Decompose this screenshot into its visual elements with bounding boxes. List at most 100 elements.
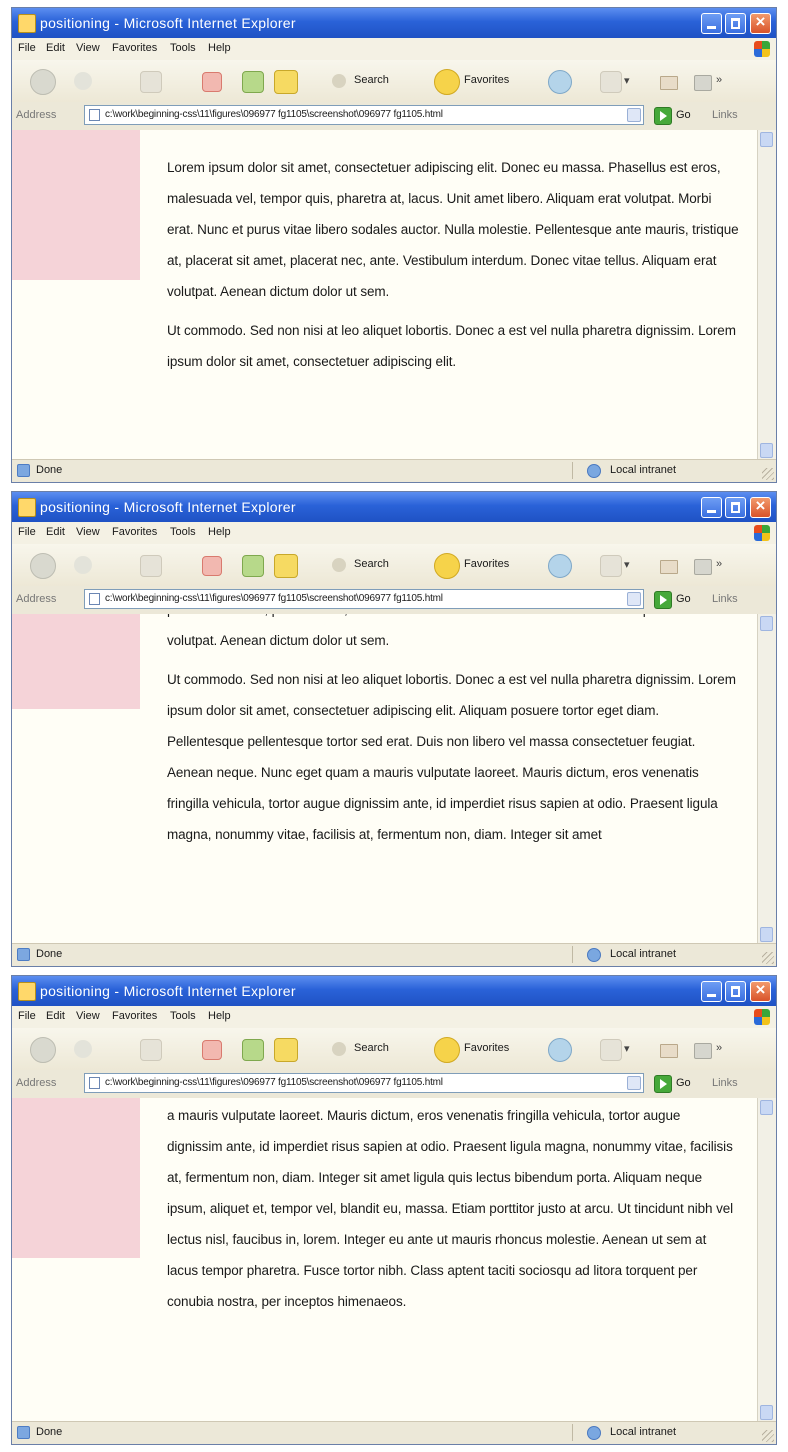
menu-file[interactable]: File bbox=[18, 1010, 36, 1022]
forward-button-icon[interactable] bbox=[74, 72, 92, 90]
menu-view[interactable]: View bbox=[76, 1010, 100, 1022]
ie-app-icon[interactable] bbox=[18, 14, 36, 33]
refresh-icon[interactable] bbox=[202, 72, 222, 92]
links-label[interactable]: Links bbox=[712, 109, 738, 121]
stop-icon[interactable] bbox=[140, 555, 162, 577]
address-dropdown-icon[interactable] bbox=[627, 592, 641, 606]
menu-edit[interactable]: Edit bbox=[46, 42, 65, 54]
stop-icon[interactable] bbox=[140, 1039, 162, 1061]
search-icon[interactable] bbox=[332, 558, 346, 572]
favorites-star-icon[interactable] bbox=[434, 69, 460, 95]
menu-favorites[interactable]: Favorites bbox=[112, 42, 157, 54]
address-url[interactable]: c:\work\beginning-css\11\figures\096977 … bbox=[105, 109, 443, 120]
links-label[interactable]: Links bbox=[712, 1077, 738, 1089]
menu-help[interactable]: Help bbox=[208, 1010, 231, 1022]
title-bar[interactable]: positioning - Microsoft Internet Explore… bbox=[12, 8, 776, 38]
close-button[interactable] bbox=[750, 12, 771, 34]
go-arrow-icon[interactable] bbox=[654, 1075, 672, 1093]
search-star-icon[interactable] bbox=[274, 70, 298, 94]
search-star-icon[interactable] bbox=[274, 1038, 298, 1062]
resize-grip-icon[interactable] bbox=[762, 952, 774, 964]
media-icon[interactable] bbox=[548, 70, 572, 94]
menu-edit[interactable]: Edit bbox=[46, 526, 65, 538]
go-button[interactable]: Go bbox=[676, 109, 691, 121]
search-icon[interactable] bbox=[332, 1042, 346, 1056]
back-button-icon[interactable] bbox=[30, 69, 56, 95]
vertical-scrollbar[interactable] bbox=[757, 130, 776, 460]
ie-app-icon[interactable] bbox=[18, 982, 36, 1001]
close-button[interactable] bbox=[750, 980, 771, 1002]
print-icon[interactable] bbox=[694, 1043, 712, 1059]
title-bar[interactable]: positioning - Microsoft Internet Explore… bbox=[12, 492, 776, 522]
more-chevron-icon[interactable]: » bbox=[716, 74, 722, 86]
mail-icon[interactable] bbox=[660, 1044, 678, 1058]
address-input[interactable]: c:\work\beginning-css\11\figures\096977 … bbox=[84, 105, 644, 125]
chevron-down-icon[interactable]: ▾ bbox=[624, 74, 630, 87]
more-chevron-icon[interactable]: » bbox=[716, 558, 722, 570]
media-icon[interactable] bbox=[548, 1038, 572, 1062]
minimize-button[interactable] bbox=[701, 497, 722, 518]
search-button[interactable]: Search bbox=[354, 74, 389, 86]
scroll-up-icon[interactable] bbox=[760, 132, 773, 147]
more-chevron-icon[interactable]: » bbox=[716, 1042, 722, 1054]
vertical-scrollbar[interactable] bbox=[757, 614, 776, 944]
search-icon[interactable] bbox=[332, 74, 346, 88]
search-button[interactable]: Search bbox=[354, 1042, 389, 1054]
chevron-down-icon[interactable]: ▾ bbox=[624, 1042, 630, 1055]
menu-file[interactable]: File bbox=[18, 526, 36, 538]
links-label[interactable]: Links bbox=[712, 593, 738, 605]
resize-grip-icon[interactable] bbox=[762, 1430, 774, 1442]
refresh-icon[interactable] bbox=[202, 1040, 222, 1060]
home-icon[interactable] bbox=[242, 1039, 264, 1061]
vertical-scrollbar[interactable] bbox=[757, 1098, 776, 1422]
home-icon[interactable] bbox=[242, 555, 264, 577]
menu-tools[interactable]: Tools bbox=[170, 526, 196, 538]
address-url[interactable]: c:\work\beginning-css\11\figures\096977 … bbox=[105, 593, 443, 604]
menu-favorites[interactable]: Favorites bbox=[112, 1010, 157, 1022]
mail-icon[interactable] bbox=[660, 560, 678, 574]
chevron-down-icon[interactable]: ▾ bbox=[624, 558, 630, 571]
menu-help[interactable]: Help bbox=[208, 42, 231, 54]
address-url[interactable]: c:\work\beginning-css\11\figures\096977 … bbox=[105, 1077, 443, 1088]
address-dropdown-icon[interactable] bbox=[627, 1076, 641, 1090]
print-icon[interactable] bbox=[694, 75, 712, 91]
print-icon[interactable] bbox=[694, 559, 712, 575]
go-arrow-icon[interactable] bbox=[654, 591, 672, 609]
favorites-button[interactable]: Favorites bbox=[464, 558, 509, 570]
history-icon[interactable] bbox=[600, 555, 622, 577]
scroll-down-icon[interactable] bbox=[760, 443, 773, 458]
search-button[interactable]: Search bbox=[354, 558, 389, 570]
search-star-icon[interactable] bbox=[274, 554, 298, 578]
forward-button-icon[interactable] bbox=[74, 1040, 92, 1058]
menu-file[interactable]: File bbox=[18, 42, 36, 54]
menu-tools[interactable]: Tools bbox=[170, 42, 196, 54]
favorites-button[interactable]: Favorites bbox=[464, 1042, 509, 1054]
maximize-button[interactable] bbox=[725, 981, 746, 1002]
scroll-down-icon[interactable] bbox=[760, 1405, 773, 1420]
favorites-button[interactable]: Favorites bbox=[464, 74, 509, 86]
go-arrow-icon[interactable] bbox=[654, 107, 672, 125]
history-icon[interactable] bbox=[600, 71, 622, 93]
ie-app-icon[interactable] bbox=[18, 498, 36, 517]
title-bar[interactable]: positioning - Microsoft Internet Explore… bbox=[12, 976, 776, 1006]
close-button[interactable] bbox=[750, 496, 771, 518]
favorites-star-icon[interactable] bbox=[434, 553, 460, 579]
scroll-up-icon[interactable] bbox=[760, 616, 773, 631]
resize-grip-icon[interactable] bbox=[762, 468, 774, 480]
address-input[interactable]: c:\work\beginning-css\11\figures\096977 … bbox=[84, 589, 644, 609]
menu-help[interactable]: Help bbox=[208, 526, 231, 538]
menu-tools[interactable]: Tools bbox=[170, 1010, 196, 1022]
media-icon[interactable] bbox=[548, 554, 572, 578]
menu-view[interactable]: View bbox=[76, 42, 100, 54]
go-button[interactable]: Go bbox=[676, 1077, 691, 1089]
minimize-button[interactable] bbox=[701, 13, 722, 34]
maximize-button[interactable] bbox=[725, 13, 746, 34]
menu-favorites[interactable]: Favorites bbox=[112, 526, 157, 538]
forward-button-icon[interactable] bbox=[74, 556, 92, 574]
home-icon[interactable] bbox=[242, 71, 264, 93]
favorites-star-icon[interactable] bbox=[434, 1037, 460, 1063]
minimize-button[interactable] bbox=[701, 981, 722, 1002]
stop-icon[interactable] bbox=[140, 71, 162, 93]
refresh-icon[interactable] bbox=[202, 556, 222, 576]
scroll-up-icon[interactable] bbox=[760, 1100, 773, 1115]
